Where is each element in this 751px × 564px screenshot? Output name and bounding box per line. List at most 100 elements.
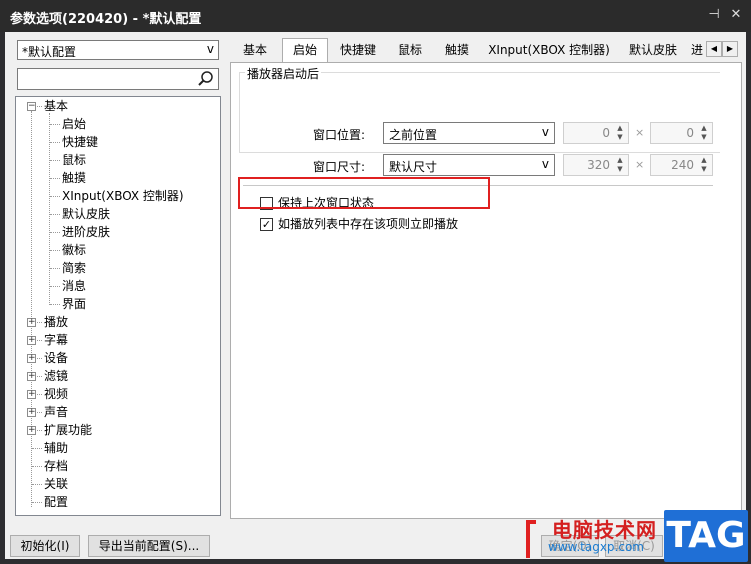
pin-icon[interactable]: ⊣ xyxy=(705,6,723,24)
preset-select[interactable]: *默认配置 v xyxy=(17,40,219,60)
tab-scroll-right-icon[interactable]: ▶ xyxy=(722,41,738,57)
window-size-value: 默认尺寸 xyxy=(389,160,438,174)
play-if-in-list-label: 如播放列表中存在该项则立即播放 xyxy=(278,217,459,231)
initialize-button[interactable]: 初始化(I) xyxy=(10,535,80,557)
window-title: 参数选项(220420) - *默认配置 xyxy=(10,12,202,27)
position-x-value: 0 xyxy=(602,126,610,140)
tab-3[interactable]: 鼠标 xyxy=(388,40,432,60)
expand-icon[interactable]: + xyxy=(27,408,36,417)
tree-item[interactable]: 视频 xyxy=(44,385,68,403)
dialog-client-area: *默认配置 v − 基本 启始 快捷键 鼠标 触摸 XInput(XBOX 控制器) 默认皮肤… xyxy=(5,32,746,559)
expand-icon[interactable]: + xyxy=(27,354,36,363)
window-size-label: 窗口尺寸: xyxy=(313,160,366,174)
tab-5[interactable]: XInput(XBOX 控制器) xyxy=(482,40,616,60)
tree-connector xyxy=(50,304,60,305)
tree-item[interactable]: XInput(XBOX 控制器) xyxy=(62,187,184,205)
tree-item[interactable]: 字幕 xyxy=(44,331,68,349)
tree-connector xyxy=(32,466,42,467)
tree-item[interactable]: 快捷键 xyxy=(62,133,98,151)
chevron-down-icon: v xyxy=(206,42,214,56)
tree-item[interactable]: 关联 xyxy=(44,475,68,493)
height-spinner[interactable]: 240 ▲ ▼ xyxy=(650,154,713,176)
tree-item[interactable]: 简索 xyxy=(62,259,86,277)
preset-value: *默认配置 xyxy=(22,45,77,59)
tree-item[interactable]: 滤镜 xyxy=(44,367,68,385)
tab-scroll-left-icon[interactable]: ◀ xyxy=(706,41,722,57)
export-config-button[interactable]: 导出当前配置(S)... xyxy=(88,535,210,557)
watermark-tag-logo: TAG xyxy=(664,510,748,562)
watermark-site-name: 电脑技术网 xyxy=(552,518,657,542)
chevron-down-icon: v xyxy=(541,125,549,139)
watermark-url: www.tagxp.com xyxy=(548,540,644,554)
tree-connector xyxy=(50,160,60,161)
expand-icon[interactable]: + xyxy=(27,390,36,399)
expand-icon[interactable]: + xyxy=(27,372,36,381)
expand-icon[interactable]: + xyxy=(27,426,36,435)
tab-4[interactable]: 触摸 xyxy=(434,40,480,60)
tab-2[interactable]: 快捷键 xyxy=(330,40,386,60)
tree-connector xyxy=(50,250,60,251)
dialog-window: 参数选项(220420) - *默认配置 ⊣ ✕ *默认配置 v − 基本 启始 快捷… xyxy=(0,0,751,564)
position-y-value: 0 xyxy=(686,126,694,140)
tree-item[interactable]: 界面 xyxy=(62,295,86,313)
window-size-select[interactable]: 默认尺寸 v xyxy=(383,154,555,176)
times-sign: × xyxy=(635,158,645,171)
tree-item[interactable]: 存档 xyxy=(44,457,68,475)
tab-6[interactable]: 默认皮肤 xyxy=(618,40,688,60)
highlight-box xyxy=(238,177,490,209)
play-if-in-list-checkbox[interactable]: ✓ 如播放列表中存在该项则立即播放 xyxy=(260,216,500,232)
search-icon[interactable] xyxy=(197,70,215,88)
tree-item[interactable]: 声音 xyxy=(44,403,68,421)
search-input[interactable] xyxy=(17,68,219,90)
width-spinner[interactable]: 320 ▲ ▼ xyxy=(563,154,629,176)
tree-connector xyxy=(32,448,42,449)
checkmark-icon[interactable]: ✓ xyxy=(260,218,273,231)
tab-7[interactable]: 进 xyxy=(690,40,704,60)
tree-connector xyxy=(50,124,60,125)
tab-1[interactable]: 启始 xyxy=(282,38,328,62)
tree-item[interactable]: 徽标 xyxy=(62,241,86,259)
expand-icon[interactable]: + xyxy=(27,336,36,345)
tree-item[interactable]: 触摸 xyxy=(62,169,86,187)
tree-connector xyxy=(32,502,42,503)
tree-item[interactable]: 默认皮肤 xyxy=(62,205,110,223)
chevron-down-icon: v xyxy=(541,157,549,171)
title-bar[interactable]: 参数选项(220420) - *默认配置 ⊣ ✕ xyxy=(0,0,751,32)
expand-icon[interactable]: + xyxy=(27,318,36,327)
tree-item[interactable]: 鼠标 xyxy=(62,151,86,169)
tab-strip: 基本 启始 快捷键 鼠标 触摸 XInput(XBOX 控制器) 默认皮肤进 ◀ ▶ xyxy=(230,38,742,62)
tree-connector xyxy=(50,178,60,179)
width-value: 320 xyxy=(587,158,610,172)
spinner-arrows-icon[interactable]: ▲ ▼ xyxy=(697,156,711,174)
spinner-arrows-icon[interactable]: ▲ ▼ xyxy=(697,124,711,142)
tree-item[interactable]: 播放 xyxy=(44,313,68,331)
spinner-arrows-icon[interactable]: ▲ ▼ xyxy=(613,124,627,142)
tree-item[interactable]: 配置 xyxy=(44,493,68,511)
tab-page-startup: 播放器启动后 窗口位置: 之前位置 v 0 ▲ ▼ × 0 ▲ ▼ 窗口尺寸: 默认… xyxy=(230,62,742,519)
window-position-label: 窗口位置: xyxy=(313,128,366,142)
position-x-spinner[interactable]: 0 ▲ ▼ xyxy=(563,122,629,144)
close-icon[interactable]: ✕ xyxy=(727,6,745,24)
tree-item[interactable]: 基本 xyxy=(44,97,68,115)
tree-item[interactable]: 辅助 xyxy=(44,439,68,457)
window-position-value: 之前位置 xyxy=(389,128,438,142)
tab-0[interactable]: 基本 xyxy=(230,40,280,60)
collapse-icon[interactable]: − xyxy=(27,102,36,111)
options-tree[interactable]: − 基本 启始 快捷键 鼠标 触摸 XInput(XBOX 控制器) 默认皮肤 进阶皮肤 徽标 简索… xyxy=(15,96,221,516)
spinner-arrows-icon[interactable]: ▲ ▼ xyxy=(613,156,627,174)
tree-connector xyxy=(32,484,42,485)
position-y-spinner[interactable]: 0 ▲ ▼ xyxy=(650,122,713,144)
tree-connector xyxy=(50,214,60,215)
tree-item[interactable]: 设备 xyxy=(44,349,68,367)
tree-connector xyxy=(50,286,60,287)
tree-item[interactable]: 进阶皮肤 xyxy=(62,223,110,241)
window-position-select[interactable]: 之前位置 v xyxy=(383,122,555,144)
tree-item[interactable]: 扩展功能 xyxy=(44,421,92,439)
tree-connector xyxy=(50,232,60,233)
group-title: 播放器启动后 xyxy=(245,65,322,82)
height-value: 240 xyxy=(671,158,694,172)
tree-item[interactable]: 消息 xyxy=(62,277,86,295)
times-sign: × xyxy=(635,126,645,139)
watermark-bracket xyxy=(526,520,536,558)
tree-item[interactable]: 启始 xyxy=(62,115,86,133)
